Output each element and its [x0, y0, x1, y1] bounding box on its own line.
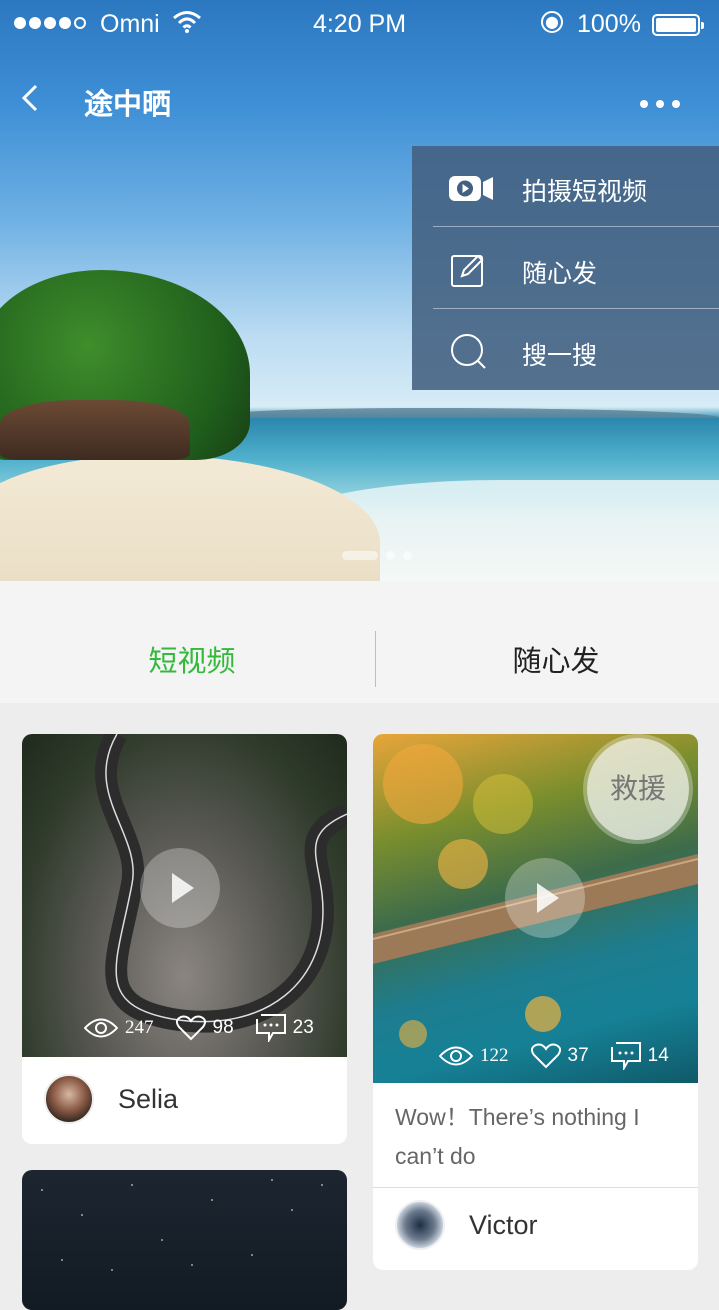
back-icon[interactable] [16, 82, 48, 114]
views-count: 247 [125, 1017, 154, 1038]
menu-divider [433, 226, 719, 227]
likes-count: 98 [212, 1017, 234, 1038]
heart-icon [530, 1043, 561, 1069]
avatar[interactable] [44, 1074, 94, 1124]
author-name: Victor [469, 1209, 538, 1240]
likes-stat[interactable]: 37 [530, 1043, 589, 1069]
pager-dot[interactable] [386, 551, 395, 560]
heart-icon [175, 1015, 206, 1041]
dropdown-menu: 拍摄短视频 随心发 搜一搜 [412, 146, 719, 390]
tab-free-post[interactable]: 随心发 [376, 638, 719, 680]
tab-short-video[interactable]: 短视频 [14, 638, 370, 680]
card-author[interactable]: Selia [44, 1074, 178, 1124]
page-title: 途中晒 [84, 89, 172, 121]
hero-rocks [0, 400, 190, 460]
views-stat: 247 [84, 1017, 154, 1039]
card-author[interactable]: Victor [395, 1200, 538, 1250]
rotation-lock-icon: ⬤ [541, 11, 563, 33]
tab-bar: 短视频 随心发 [0, 581, 719, 703]
nav-bar: 途中晒 [0, 60, 719, 140]
likes-count: 37 [567, 1045, 589, 1066]
menu-item-search[interactable]: 搜一搜 [412, 310, 719, 392]
views-stat: 122 [439, 1045, 509, 1067]
eye-icon [84, 1018, 118, 1038]
menu-item-label: 拍摄短视频 [522, 178, 648, 206]
views-count: 122 [480, 1045, 509, 1066]
menu-divider [433, 308, 719, 309]
comments-count: 23 [292, 1017, 314, 1038]
comment-icon [255, 1014, 286, 1042]
comments-stat[interactable]: 23 [255, 1014, 314, 1042]
eye-icon [439, 1046, 473, 1066]
menu-item-shoot-video[interactable]: 拍摄短视频 [412, 146, 719, 228]
comments-count: 14 [647, 1045, 669, 1066]
more-options-icon[interactable] [640, 100, 680, 108]
pager-dot-active[interactable] [342, 551, 378, 560]
card-caption: Wow！There’s nothing I can’t do [395, 1104, 640, 1169]
carousel-pager[interactable] [342, 551, 412, 560]
comment-icon [610, 1042, 641, 1070]
rescue-button[interactable]: 救援 [587, 738, 689, 840]
menu-item-free-post[interactable]: 随心发 [412, 228, 719, 310]
video-card[interactable] [22, 1170, 347, 1310]
comments-stat[interactable]: 14 [610, 1042, 669, 1070]
caption-divider [373, 1187, 698, 1188]
play-button-icon[interactable] [140, 848, 220, 928]
video-camera-icon [449, 176, 493, 201]
author-name: Selia [118, 1083, 179, 1114]
search-icon [451, 334, 486, 369]
starry-sky-thumbnail [41, 1179, 323, 1271]
likes-stat[interactable]: 98 [175, 1015, 234, 1041]
pager-dot[interactable] [403, 551, 412, 560]
avatar[interactable] [395, 1200, 445, 1250]
battery-icon [652, 14, 704, 36]
battery-percentage: 100% [577, 10, 641, 38]
menu-item-label: 随心发 [522, 260, 598, 288]
menu-item-label: 搜一搜 [522, 342, 598, 370]
card-stats: 247 98 23 [62, 1014, 314, 1042]
play-button-icon[interactable] [505, 858, 585, 938]
card-stats: 122 37 14 [417, 1042, 669, 1070]
video-card[interactable]: 247 98 23 Selia [22, 734, 347, 1144]
edit-icon [451, 254, 484, 287]
status-bar: Omni 4:20 PM ⬤ 100% [0, 0, 719, 50]
